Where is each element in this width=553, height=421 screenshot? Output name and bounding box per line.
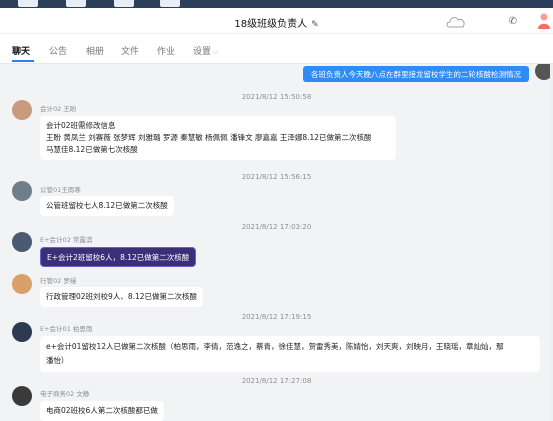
group-title-text: 18级班级负责人 xyxy=(234,19,308,30)
active-tab-indicator xyxy=(12,60,34,62)
tab-files[interactable]: 文件 xyxy=(121,44,139,57)
taskbar-item[interactable] xyxy=(66,0,86,7)
sender-name: E+会计01 柏思雨 xyxy=(40,325,93,333)
chevron-down-icon: ⌵ xyxy=(213,48,219,56)
tab-album[interactable]: 相册 xyxy=(86,44,104,57)
avatar[interactable] xyxy=(12,386,32,406)
message-bubble-highlighted[interactable]: E+会计2班留校6人，8.12已做第二次核酸 xyxy=(40,247,197,267)
tab-settings-label: 设置 xyxy=(193,47,212,57)
chat-area[interactable]: 各班负责人今天晚八点在群里接龙留校学生的二轮核酸检测情况 2021/8/12 1… xyxy=(0,64,553,421)
message-line: 王盼 黄凤兰 刘赛薇 张梦辉 刘雅璐 罗源 秦慧敏 杨佩佩 潘锋文 廖嘉嘉 王泽… xyxy=(46,133,372,142)
sender-name: 电子商务02 文静 xyxy=(40,390,90,398)
timestamp: 2021/8/12 15:56:15 xyxy=(241,173,312,181)
group-title: 18级班级负责人 ✎ xyxy=(0,15,553,30)
avatar[interactable] xyxy=(12,322,32,342)
timestamp: 2021/8/12 15:50:58 xyxy=(241,93,312,101)
sender-name: 公管01王雨寒 xyxy=(40,186,81,194)
sender-name: E+会计02 常露淇 xyxy=(40,236,93,244)
cloud-icon[interactable] xyxy=(445,14,467,28)
message-line: 会计02班需修改信息 xyxy=(46,121,116,130)
message-bubble[interactable]: 行政管理02班刘校9人、8.12已做第二次核酸 xyxy=(40,287,204,307)
pencil-icon[interactable]: ✎ xyxy=(311,20,319,30)
timestamp: 2021/8/12 17:19:15 xyxy=(241,313,312,321)
message-bubble[interactable]: 电商02班校6人第二次核酸都已做 xyxy=(40,401,164,421)
message-line: e+会计01留校12人已做第二次核酸（柏思雨，李倩，范逸之，蔡青，徐佳慧，贺雷秀… xyxy=(46,342,504,351)
taskbar-item[interactable] xyxy=(160,0,180,7)
avatar[interactable] xyxy=(12,100,32,120)
message-bubble[interactable]: e+会计01留校12人已做第二次核酸（柏思雨，李倩，范逸之，蔡青，徐佳慧，贺雷秀… xyxy=(40,336,540,372)
title-bar: 18级班级负责人 ✎ ✆ xyxy=(0,8,553,34)
timestamp: 2021/8/12 17:03:20 xyxy=(241,223,312,231)
message-line: 马慧佳8.12已做第七次核酸 xyxy=(46,145,138,154)
message-line: 潘怡） xyxy=(46,356,69,365)
timestamp: 2021/8/12 17:27:08 xyxy=(241,377,312,385)
sender-name: 会计02 王盼 xyxy=(40,105,77,113)
tab-announcements[interactable]: 公告 xyxy=(49,44,67,57)
message-bubble[interactable]: 会计02班需修改信息 王盼 黄凤兰 刘赛薇 张梦辉 刘雅璐 罗源 秦慧敏 杨佩佩… xyxy=(40,116,396,160)
avatar[interactable] xyxy=(12,274,32,294)
tab-settings[interactable]: 设置 ⌵ xyxy=(193,44,218,57)
tab-chat[interactable]: 聊天 xyxy=(12,44,30,57)
my-message-bubble[interactable]: 各班负责人今天晚八点在群里接龙留校学生的二轮核酸检测情况 xyxy=(303,66,529,82)
person-icon[interactable] xyxy=(537,13,551,29)
desktop-strip xyxy=(0,0,553,8)
sender-name: 行管02 罗缦 xyxy=(40,277,77,285)
tab-homework[interactable]: 作业 xyxy=(157,44,175,57)
phone-icon[interactable]: ✆ xyxy=(509,16,517,27)
message-bubble[interactable]: 公管班留校七人8.12已做第二次核酸 xyxy=(40,196,174,216)
avatar[interactable] xyxy=(12,181,32,201)
avatar[interactable] xyxy=(12,232,32,252)
tab-bar: 聊天 公告 相册 文件 作业 设置 ⌵ xyxy=(0,34,553,80)
taskbar-item[interactable] xyxy=(18,0,38,7)
taskbar-item[interactable] xyxy=(114,0,134,7)
